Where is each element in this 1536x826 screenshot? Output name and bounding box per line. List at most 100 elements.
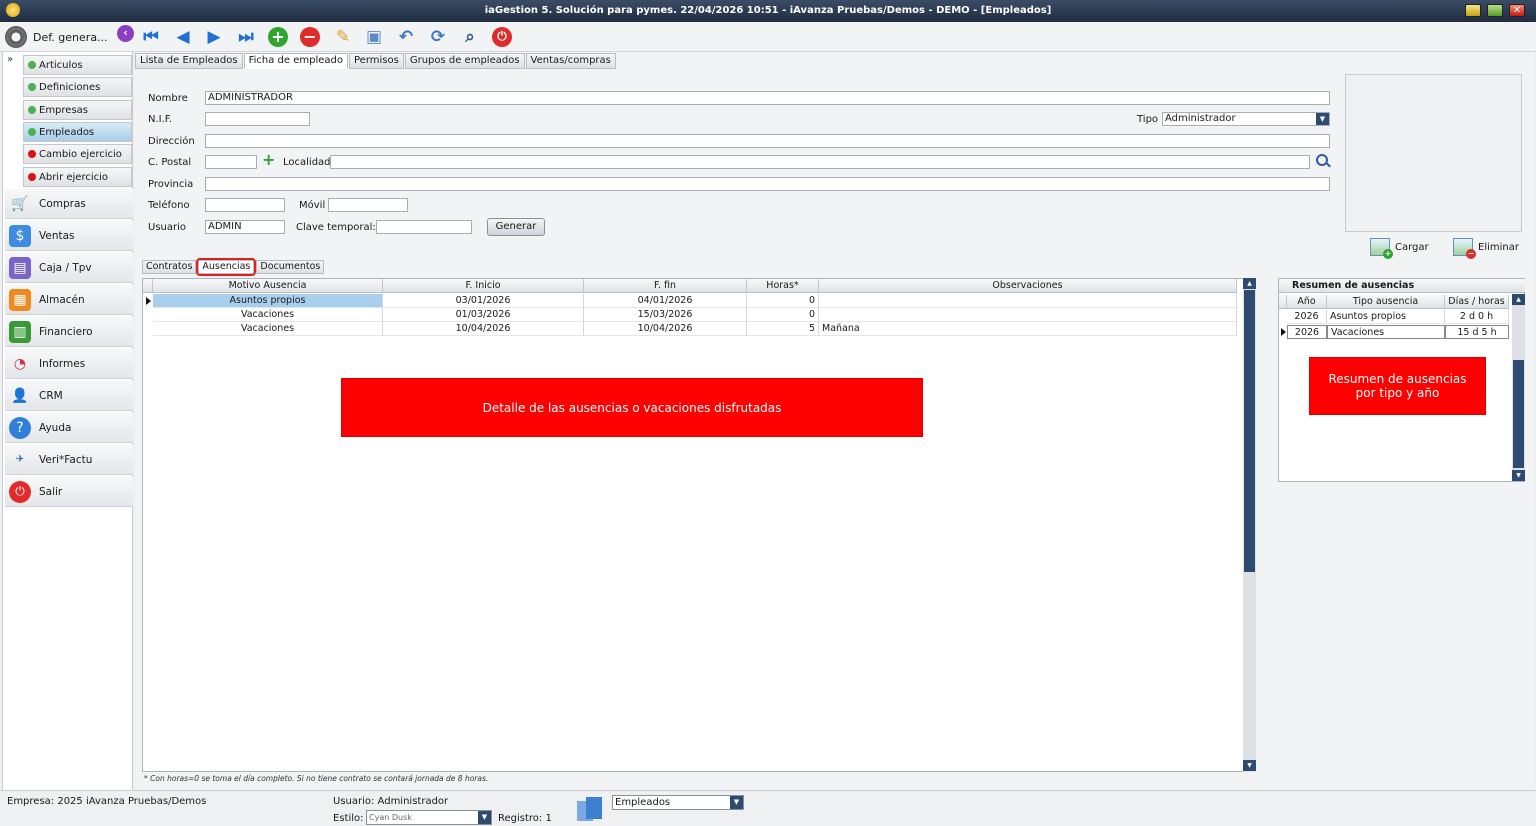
provincia-field[interactable] [205, 177, 1330, 191]
absences-scrollbar[interactable]: ▲ ▼ [1243, 278, 1256, 772]
delete-record-icon[interactable]: − [299, 26, 321, 48]
scroll-up-icon[interactable]: ▲ [1512, 294, 1525, 305]
movil-field[interactable] [328, 198, 408, 212]
close-window-button[interactable]: ✕ [1509, 4, 1525, 17]
sidebar-item-informes[interactable]: ◔ Informes [5, 349, 133, 379]
direccion-field[interactable] [205, 134, 1330, 148]
sidebar-item-empresas[interactable]: Empresas [23, 100, 132, 120]
def-generales-button[interactable]: Def. genera... [5, 25, 108, 49]
scroll-up-icon[interactable]: ▲ [1243, 278, 1256, 289]
save-icon[interactable]: ▣ [363, 26, 385, 48]
cell-inicio[interactable]: 10/04/2026 [383, 322, 584, 336]
cell-motivo[interactable]: Vacaciones [153, 322, 383, 336]
tab-ausencias[interactable]: Ausencias [196, 258, 257, 276]
cell-horas[interactable]: 0 [747, 294, 819, 308]
cell-dias[interactable]: 15 d 5 h [1445, 325, 1509, 339]
chevron-down-icon[interactable]: » [7, 54, 13, 65]
maximize-button[interactable] [1487, 4, 1503, 17]
sidebar-item-articulos[interactable]: Articulos [23, 55, 132, 75]
power-off-icon[interactable]: ⏻ [491, 26, 513, 48]
first-record-icon[interactable]: ⏮ [140, 26, 162, 48]
scroll-thumb[interactable] [1513, 360, 1524, 468]
chevron-down-icon[interactable]: ▼ [730, 796, 743, 809]
clave-temporal-field[interactable] [376, 220, 472, 234]
tipo-select[interactable]: Administrador ▼ [1162, 112, 1330, 126]
scroll-down-icon[interactable]: ▼ [1512, 470, 1525, 481]
cell-motivo[interactable]: Vacaciones [153, 308, 383, 322]
sidebar-item-caja-tpv[interactable]: ▤ Caja / Tpv [5, 253, 133, 283]
previous-record-icon[interactable]: ◀ [172, 26, 194, 48]
column-header-horas[interactable]: Horas* [747, 279, 819, 293]
scroll-thumb[interactable] [1244, 290, 1255, 572]
cell-fin[interactable]: 04/01/2026 [584, 294, 747, 308]
sidebar-item-salir[interactable]: ⏻ Salir [5, 477, 133, 507]
search-icon[interactable] [1316, 154, 1328, 166]
column-header-fin[interactable]: F. fin [584, 279, 747, 293]
summary-scrollbar[interactable]: ▲ ▼ [1512, 294, 1525, 481]
cell-observaciones[interactable] [819, 308, 1237, 322]
tab-ventas-compras[interactable]: Ventas/compras [525, 53, 616, 69]
cell-observaciones[interactable] [819, 294, 1237, 308]
table-row[interactable]: Vacaciones 10/04/2026 10/04/2026 5 Mañan… [143, 322, 1237, 336]
undo-icon[interactable]: ↶ [395, 26, 417, 48]
localidad-field[interactable] [330, 155, 1310, 169]
cell-dias[interactable]: 2 d 0 h [1445, 310, 1509, 324]
table-row[interactable]: 2026 Asuntos propios 2 d 0 h [1279, 310, 1509, 324]
tab-permisos[interactable]: Permisos [349, 53, 404, 69]
edit-icon[interactable]: ✎ [332, 26, 354, 48]
tab-lista-empleados[interactable]: Lista de Empleados [135, 53, 243, 69]
cell-tipo[interactable]: Vacaciones [1327, 325, 1445, 339]
column-header-dias[interactable]: Días / horas [1445, 295, 1509, 309]
cell-inicio[interactable]: 03/01/2026 [383, 294, 584, 308]
column-header-inicio[interactable]: F. Inicio [383, 279, 584, 293]
add-localidad-icon[interactable]: + [262, 152, 275, 168]
tab-ficha-empleado[interactable]: Ficha de empleado [243, 53, 348, 69]
sidebar-item-definiciones[interactable]: Definiciones [23, 77, 132, 97]
column-header-tipo[interactable]: Tipo ausencia [1327, 295, 1445, 309]
collapse-menu-icon[interactable]: ‹ [117, 25, 134, 42]
minimize-button[interactable] [1465, 4, 1481, 17]
tab-grupos-empleados[interactable]: Grupos de empleados [404, 53, 525, 69]
table-row[interactable]: Asuntos propios 03/01/2026 04/01/2026 0 [143, 294, 1237, 308]
sidebar-item-financiero[interactable]: ▥ Financiero [5, 317, 133, 347]
telefono-field[interactable] [205, 198, 285, 212]
table-row[interactable]: 2026 Vacaciones 15 d 5 h [1279, 325, 1509, 339]
cpostal-field[interactable] [205, 155, 257, 169]
sidebar-item-ventas[interactable]: $ Ventas [5, 221, 133, 251]
cell-anio[interactable]: 2026 [1287, 310, 1327, 324]
last-record-icon[interactable]: ⏭ [235, 26, 257, 48]
add-record-icon[interactable]: + [267, 26, 289, 48]
scroll-down-icon[interactable]: ▼ [1243, 760, 1256, 771]
tab-documentos[interactable]: Documentos [256, 260, 325, 274]
table-row[interactable]: Vacaciones 01/03/2026 15/03/2026 0 [143, 308, 1237, 322]
tab-contratos[interactable]: Contratos [142, 260, 197, 274]
column-header-motivo[interactable]: Motivo Ausencia [153, 279, 383, 293]
refresh-icon[interactable]: ⟳ [427, 26, 449, 48]
nombre-field[interactable]: ADMINISTRADOR [205, 91, 1330, 105]
eliminar-photo-button[interactable]: − Eliminar [1453, 238, 1519, 259]
generar-button[interactable]: Generar [487, 218, 545, 236]
cell-inicio[interactable]: 01/03/2026 [383, 308, 584, 322]
cell-motivo[interactable]: Asuntos propios [153, 294, 383, 308]
sidebar-item-compras[interactable]: 🛒 Compras [5, 189, 133, 219]
cell-tipo[interactable]: Asuntos propios [1327, 310, 1445, 324]
modulo-select[interactable]: Empleados ▼ [612, 795, 744, 810]
estilo-select[interactable]: Cyan Dusk ▼ [366, 810, 492, 825]
sidebar-item-abrir-ejercicio[interactable]: Abrir ejercicio [23, 167, 132, 187]
cell-horas[interactable]: 0 [747, 308, 819, 322]
sidebar-item-crm[interactable]: 👤 CRM [5, 381, 133, 411]
nif-field[interactable] [205, 112, 310, 126]
next-record-icon[interactable]: ▶ [203, 26, 225, 48]
cell-anio[interactable]: 2026 [1287, 325, 1327, 339]
search-records-icon[interactable]: ⌕ [459, 26, 481, 48]
sidebar-item-empleados[interactable]: Empleados [23, 122, 132, 142]
sidebar-item-almacen[interactable]: ▦ Almacén [5, 285, 133, 315]
cargar-photo-button[interactable]: + Cargar [1370, 238, 1429, 259]
sidebar-item-verifactu[interactable]: ✈ Veri*Factu [5, 445, 133, 475]
chevron-down-icon[interactable]: ▼ [478, 811, 491, 824]
sidebar-item-ayuda[interactable]: ? Ayuda [5, 413, 133, 443]
column-header-anio[interactable]: Año [1287, 295, 1327, 309]
sidebar-item-cambio-ejercicio[interactable]: Cambio ejercicio [23, 144, 132, 164]
cell-horas[interactable]: 5 [747, 322, 819, 336]
cell-observaciones[interactable]: Mañana [819, 322, 1237, 336]
